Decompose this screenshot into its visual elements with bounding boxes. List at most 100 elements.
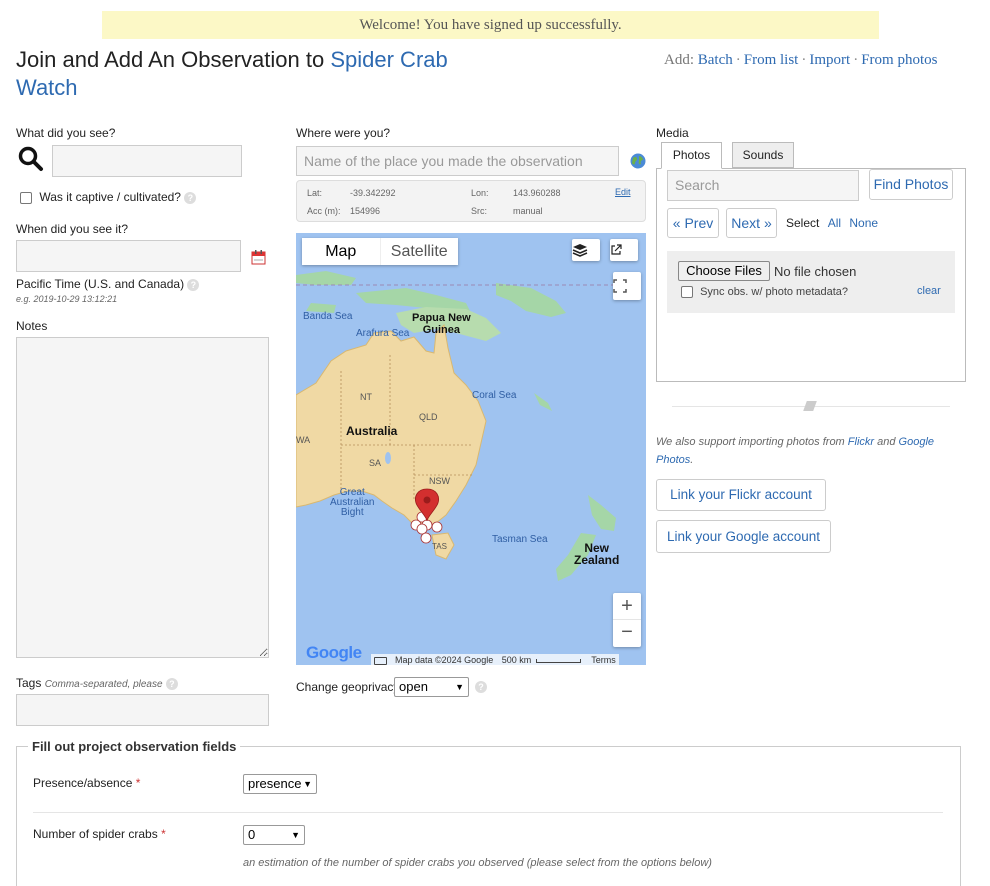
media-label: Media	[656, 126, 689, 140]
chevron-down-icon: ▼	[455, 682, 464, 692]
zoom-out-button[interactable]: −	[613, 620, 641, 647]
map-label-australia: Australia	[346, 424, 398, 438]
choose-files-button[interactable]: Choose Files	[678, 261, 770, 281]
place-input[interactable]: Name of the place you made the observati…	[296, 146, 619, 176]
no-file-text: No file chosen	[774, 264, 857, 279]
tags-label-row: Tags Comma-separated, please ?	[16, 676, 178, 690]
captive-label: Was it captive / cultivated?	[39, 190, 181, 204]
prev-button[interactable]: « Prev	[667, 208, 719, 238]
date-input[interactable]	[16, 240, 241, 272]
search-icon	[18, 146, 44, 175]
satellite-tab[interactable]: Satellite	[381, 238, 459, 265]
coords-panel: Lat: -39.342292 Lon: 143.960288 Edit Acc…	[296, 180, 646, 222]
map-label-tasman: Tasman Sea	[492, 534, 548, 545]
tab-sounds[interactable]: Sounds	[732, 142, 794, 168]
count-select[interactable]: 0 ▼	[243, 825, 305, 845]
map-type-toggle: Map Satellite	[302, 238, 458, 265]
add-import-link[interactable]: Import	[809, 52, 850, 68]
map-label-nsw: NSW	[429, 476, 450, 486]
species-input[interactable]	[52, 145, 242, 177]
chevron-down-icon: ▼	[291, 830, 300, 840]
acc-value: 154996	[350, 206, 381, 216]
map-tab[interactable]: Map	[302, 238, 381, 265]
google-logo: Google	[306, 643, 362, 662]
map-label-nt: NT	[360, 392, 372, 402]
help-icon[interactable]: ?	[187, 278, 200, 291]
add-from-photos-link[interactable]: From photos	[861, 52, 937, 68]
select-none-link[interactable]: None	[849, 216, 878, 230]
open-external-icon[interactable]	[610, 239, 638, 261]
divider-ornament-icon	[803, 401, 817, 411]
link-flickr-button[interactable]: Link your Flickr account	[656, 479, 826, 511]
chevron-down-icon: ▼	[303, 779, 312, 789]
map-label-gab: Great Australian Bight	[330, 487, 375, 518]
lon-value: 143.960288	[513, 188, 561, 198]
help-icon[interactable]: ?	[475, 681, 487, 693]
field-divider	[33, 812, 943, 813]
edit-coords-link[interactable]: Edit	[615, 187, 631, 197]
map[interactable]: Banda Sea Papua New Guinea Arafura Sea Co…	[296, 233, 646, 665]
help-icon[interactable]: ?	[184, 191, 197, 204]
layers-icon[interactable]	[572, 239, 600, 261]
required-mark: *	[135, 776, 141, 790]
add-batch-link[interactable]: Batch	[698, 52, 733, 68]
keyboard-icon[interactable]	[374, 656, 387, 665]
notes-textarea[interactable]	[16, 337, 269, 658]
count-value: 0	[248, 827, 256, 842]
sync-row: Sync obs. w/ photo metadata?	[681, 286, 849, 299]
src-label: Src:	[471, 206, 488, 216]
photo-search-input[interactable]: Search	[667, 170, 859, 201]
tags-input[interactable]	[16, 694, 269, 726]
captive-row: Was it captive / cultivated? ?	[20, 190, 197, 204]
geoprivacy-label: Change geoprivacy	[296, 680, 400, 694]
map-label-tas: TAS	[432, 542, 447, 551]
map-footer: Map data ©2024 Google 500 km Terms	[371, 654, 619, 665]
help-icon[interactable]: ?	[165, 677, 178, 690]
select-label: Select	[786, 216, 820, 230]
clear-link[interactable]: clear	[917, 285, 941, 297]
globe-icon[interactable]	[630, 153, 646, 172]
find-photos-button[interactable]: Find Photos	[869, 169, 953, 200]
presence-value: presence	[248, 776, 302, 791]
import-text: We also support importing photos from Fl…	[656, 436, 935, 466]
count-label-row: Number of spider crabs *	[33, 827, 166, 841]
zoom-in-button[interactable]: +	[613, 593, 641, 620]
notes-label: Notes	[16, 319, 48, 333]
sync-checkbox[interactable]	[681, 286, 693, 299]
when-label: When did you see it?	[16, 222, 129, 236]
presence-label-row: Presence/absence *	[33, 776, 140, 790]
what-label: What did you see?	[16, 126, 116, 140]
tags-label: Tags	[16, 676, 42, 690]
add-links-label: Add:	[664, 52, 694, 68]
map-canvas	[296, 233, 646, 665]
presence-select[interactable]: presence ▼	[243, 774, 317, 794]
zoom-controls: + −	[613, 593, 641, 647]
next-button[interactable]: Next »	[726, 208, 777, 238]
tags-hint: Comma-separated, please	[44, 679, 163, 690]
map-data-text: Map data ©2024 Google	[395, 655, 494, 665]
count-label: Number of spider crabs	[33, 827, 158, 841]
map-label-nz: New Zealand	[574, 541, 620, 567]
timezone-row: Pacific Time (U.S. and Canada) ?	[16, 277, 200, 291]
map-label-wa: WA	[296, 435, 311, 445]
sync-label: Sync obs. w/ photo metadata?	[700, 286, 849, 298]
geoprivacy-select[interactable]: open ▼	[394, 677, 469, 697]
success-notice: Welcome! You have signed up successfully…	[102, 11, 879, 39]
where-label: Where were you?	[296, 126, 391, 140]
fullscreen-icon[interactable]	[613, 272, 641, 300]
count-hint: an estimation of the number of spider cr…	[243, 857, 712, 869]
tab-photos[interactable]: Photos	[661, 142, 722, 169]
select-all-link[interactable]: All	[828, 216, 841, 230]
add-from-list-link[interactable]: From list	[744, 52, 799, 68]
flickr-link[interactable]: Flickr	[848, 436, 874, 448]
map-label-png: Papua New Guinea	[412, 312, 471, 336]
captive-checkbox[interactable]	[20, 191, 32, 204]
date-example: e.g. 2019-10-29 13:12:21	[16, 294, 118, 304]
calendar-icon[interactable]	[251, 250, 266, 268]
map-label-sa: SA	[369, 458, 382, 468]
acc-label: Acc (m):	[307, 206, 341, 216]
link-google-button[interactable]: Link your Google account	[656, 520, 831, 553]
terms-link[interactable]: Terms	[591, 655, 616, 665]
page-title-prefix: Join and Add An Observation to	[16, 47, 325, 72]
geoprivacy-value: open	[399, 679, 428, 694]
